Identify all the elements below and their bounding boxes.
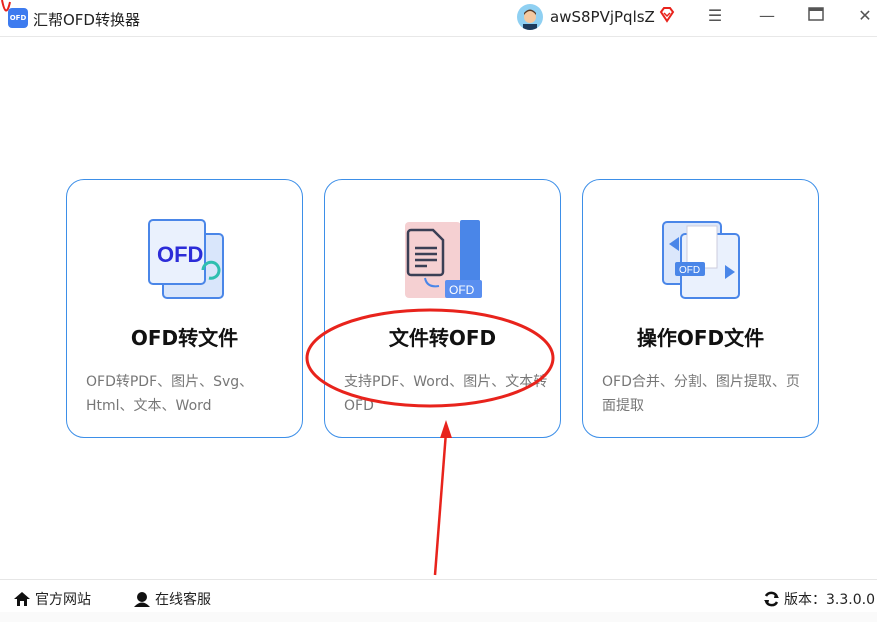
official-website-link[interactable]: 官方网站 bbox=[13, 589, 91, 609]
maximize-icon[interactable] bbox=[804, 6, 828, 25]
app-logo: OFD bbox=[8, 8, 28, 28]
official-website-label: 官方网站 bbox=[35, 592, 91, 608]
username[interactable]: awS8PVjPqlsZ bbox=[550, 8, 655, 26]
minimize-icon[interactable]: — bbox=[755, 6, 779, 25]
headset-icon bbox=[134, 592, 150, 607]
footer-bar: 官方网站 在线客服 版本：3.3.0.0 bbox=[0, 579, 877, 616]
card-description: 支持PDF、Word、图片、文本转OFD bbox=[344, 374, 548, 414]
app-title: 汇帮OFD转换器 bbox=[33, 11, 140, 29]
vip-diamond-icon[interactable] bbox=[658, 6, 676, 28]
card-file-to-ofd[interactable]: OFD 文件转OFD 支持PDF、Word、图片、文本转OFD bbox=[324, 179, 561, 438]
svg-text:OFD: OFD bbox=[449, 283, 475, 297]
background-window-strip bbox=[0, 612, 877, 622]
card-ofd-operate[interactable]: OFD 操作OFD文件 OFD合并、分割、图片提取、页面提取 bbox=[582, 179, 819, 438]
file-to-ofd-icon: OFD bbox=[403, 218, 485, 300]
card-description: OFD转PDF、图片、Svg、Html、文本、Word bbox=[86, 374, 254, 414]
ofd-operate-icon: OFD bbox=[661, 218, 743, 300]
card-title: OFD转文件 bbox=[130, 326, 239, 350]
card-title: 操作OFD文件 bbox=[636, 326, 765, 350]
title-bar: OFD 汇帮OFD转换器 awS8PVjPqlsZ ☰ — ✕ bbox=[0, 0, 877, 37]
svg-text:OFD: OFD bbox=[679, 265, 700, 276]
close-icon[interactable]: ✕ bbox=[853, 6, 877, 25]
online-support-link[interactable]: 在线客服 bbox=[133, 589, 211, 609]
online-support-label: 在线客服 bbox=[155, 592, 211, 608]
svg-text:OFD: OFD bbox=[157, 242, 203, 267]
card-title: 文件转OFD bbox=[388, 326, 497, 350]
home-icon bbox=[14, 592, 30, 606]
card-description: OFD合并、分割、图片提取、页面提取 bbox=[602, 374, 800, 414]
annotation-arrow bbox=[433, 431, 448, 576]
menu-icon[interactable]: ☰ bbox=[703, 6, 727, 25]
version-label: 版本：3.3.0.0 bbox=[784, 592, 875, 608]
avatar[interactable] bbox=[517, 4, 543, 30]
ofd-to-file-icon: OFD bbox=[145, 218, 227, 300]
version-info[interactable]: 版本：3.3.0.0 bbox=[763, 589, 875, 609]
refresh-icon bbox=[764, 591, 779, 607]
card-ofd-to-file[interactable]: OFD OFD转文件 OFD转PDF、图片、Svg、Html、文本、Word bbox=[66, 179, 303, 438]
